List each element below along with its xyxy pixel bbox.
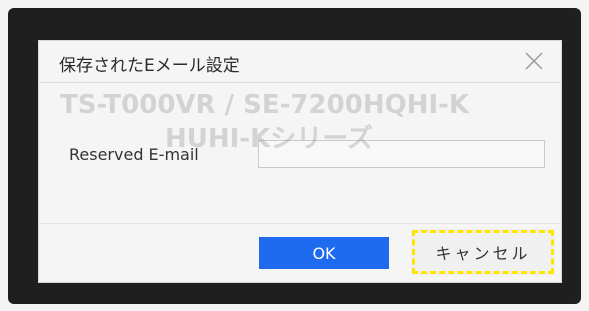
reserved-email-input[interactable]: [258, 140, 545, 168]
dialog-header: 保存されたEメール設定: [39, 41, 561, 83]
dialog-title: 保存されたEメール設定: [59, 56, 240, 76]
ok-button[interactable]: OK: [259, 237, 389, 269]
footer-divider: [39, 223, 561, 224]
saved-email-settings-dialog: 保存されたEメール設定 Reserved E-mail OK キャンセル: [38, 40, 562, 283]
reserved-email-label: Reserved E-mail: [69, 145, 199, 164]
cancel-button[interactable]: キャンセル: [411, 229, 555, 275]
close-icon[interactable]: [523, 50, 545, 72]
photo-background: 保存されたEメール設定 Reserved E-mail OK キャンセル TS-…: [0, 0, 589, 311]
